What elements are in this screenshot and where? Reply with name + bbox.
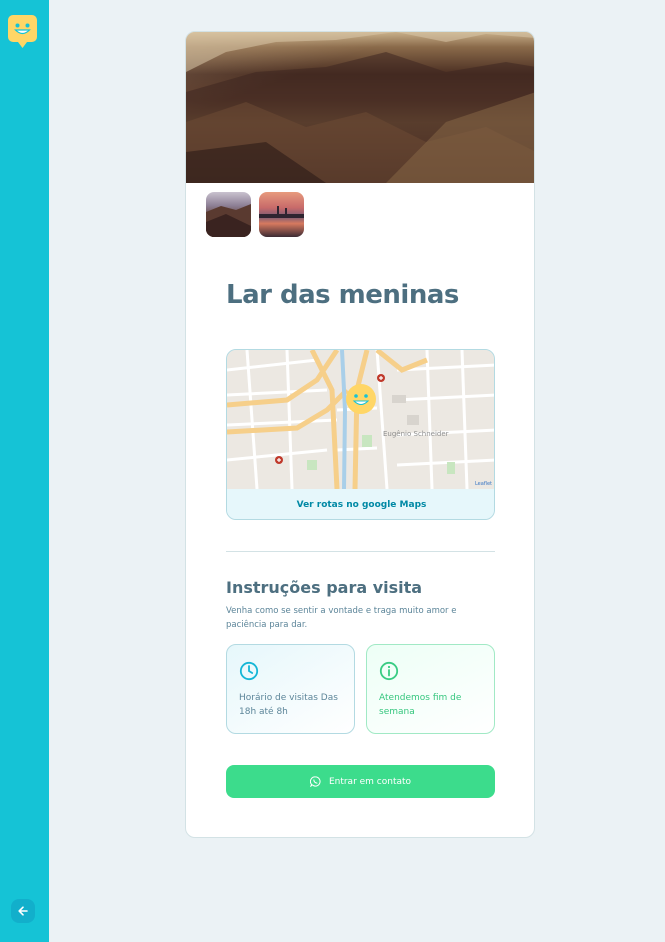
instructions-text: Venha como se sentir a vontade e traga m… — [226, 606, 457, 630]
main-photo — [186, 32, 534, 183]
instructions-title: Instruções para visita — [226, 578, 423, 597]
opening-hours-text: Horário de visitas Das 18h até 8h — [239, 693, 338, 717]
photo-thumbnail[interactable] — [206, 192, 251, 237]
map-place-label: Eugênio Schneider — [383, 430, 449, 438]
google-maps-link[interactable]: Ver rotas no google Maps — [227, 489, 494, 519]
map-marker-icon[interactable] — [345, 383, 377, 417]
back-button[interactable] — [11, 899, 35, 923]
weekend-info-text: Atendemos fim de semana — [379, 693, 462, 717]
weekend-info-box: Atendemos fim de semana — [366, 644, 495, 734]
map-preview[interactable]: Eugênio Schneider Leaflet Ver rotas no g… — [226, 349, 495, 520]
photo-thumbnail[interactable] — [259, 192, 304, 237]
info-icon — [379, 661, 399, 681]
orphanage-details-card: Lar das meninas Eugênio Schneider Leafle… — [185, 31, 535, 838]
contact-button[interactable]: Entrar em contato — [226, 765, 495, 798]
contact-button-label: Entrar em contato — [328, 776, 412, 787]
map[interactable]: Eugênio Schneider Leaflet — [227, 350, 494, 490]
arrow-left-icon — [18, 906, 28, 916]
happy-pin-logo-icon[interactable] — [8, 15, 37, 49]
sidebar — [0, 0, 49, 942]
opening-hours-box: Horário de visitas Das 18h até 8h — [226, 644, 355, 734]
map-attribution[interactable]: Leaflet — [475, 481, 492, 487]
orphanage-name: Lar das meninas — [226, 280, 459, 310]
clock-icon — [239, 661, 259, 681]
whatsapp-icon — [309, 776, 321, 787]
divider — [226, 551, 495, 552]
